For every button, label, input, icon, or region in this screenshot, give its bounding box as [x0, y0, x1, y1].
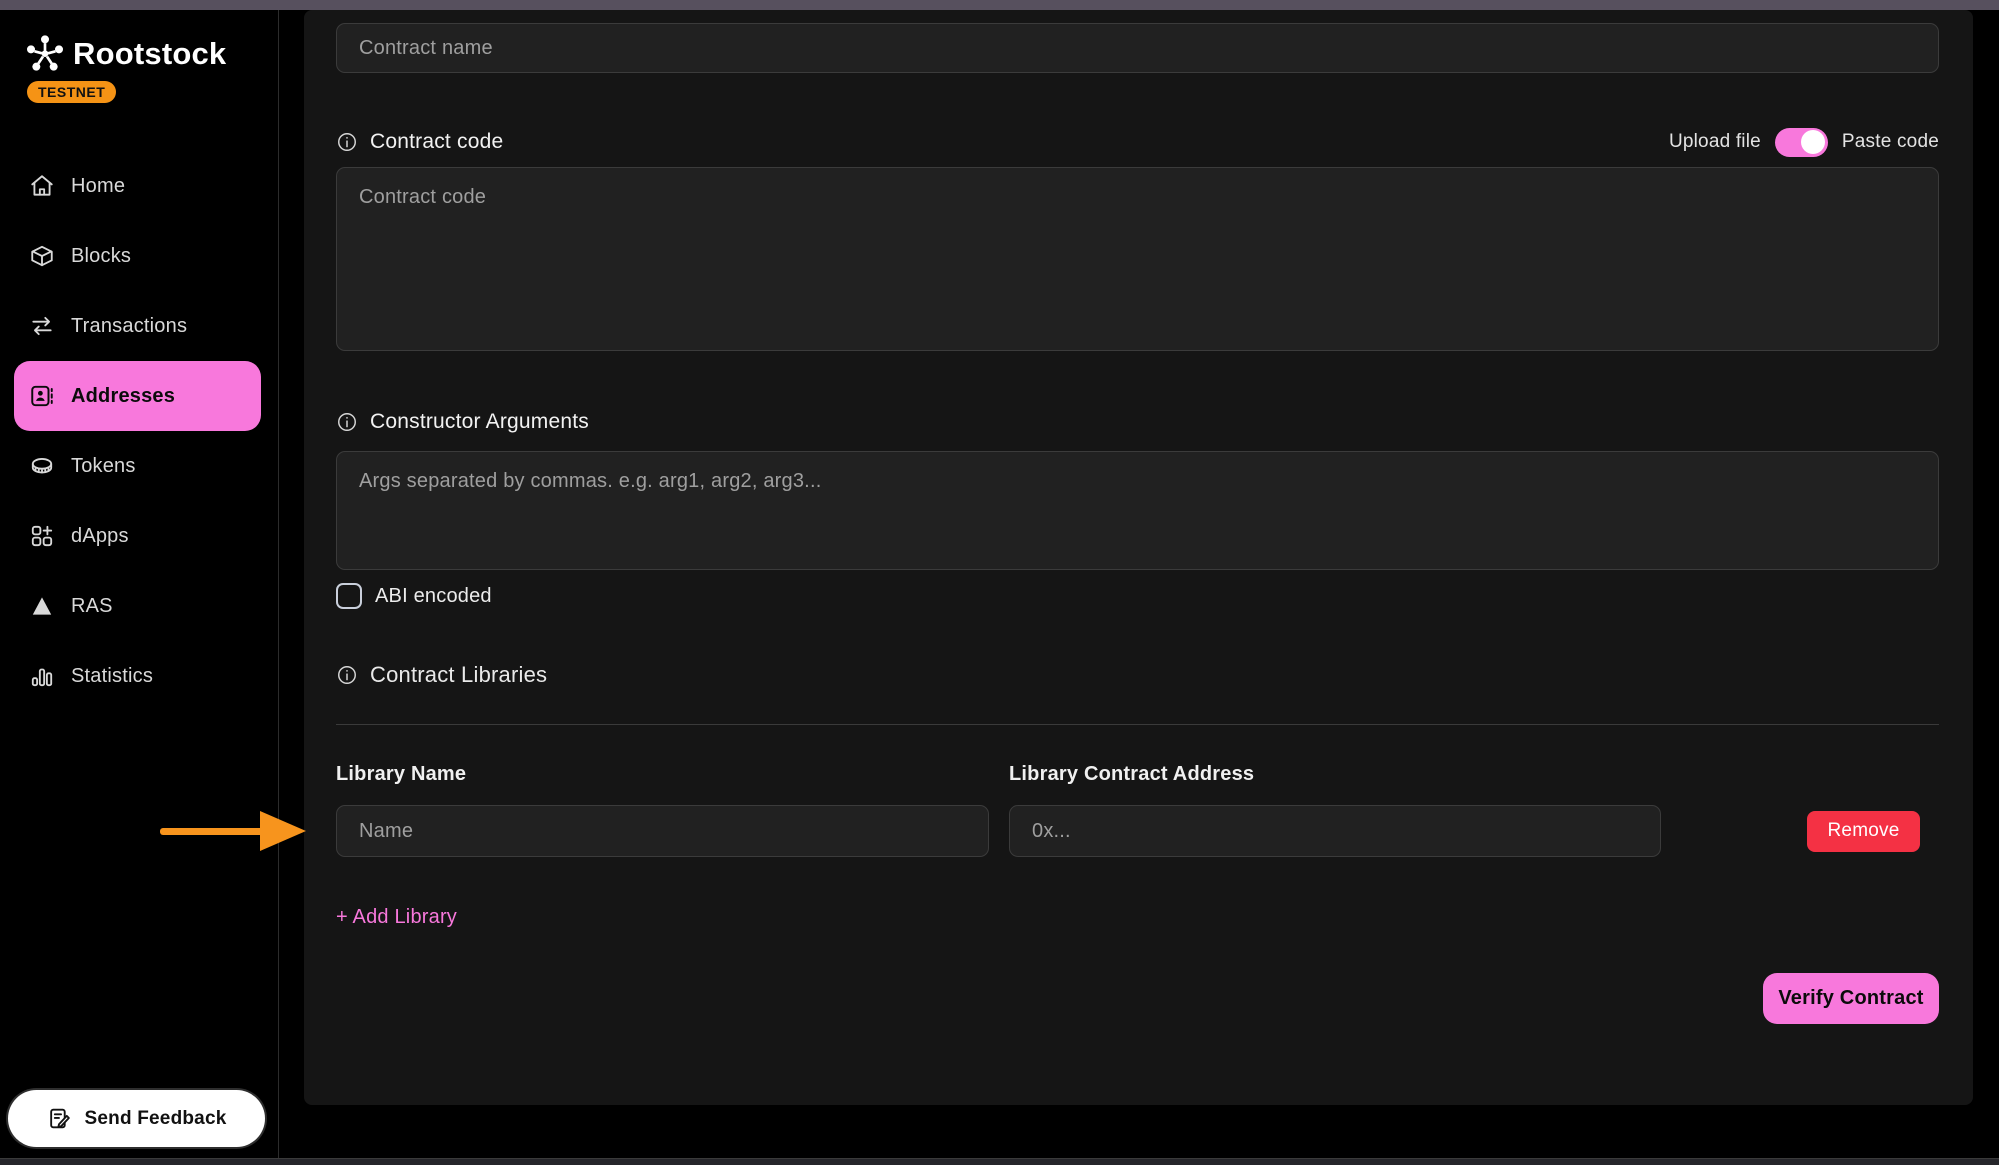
- grid-plus-icon: [29, 523, 55, 549]
- testnet-badge: TESTNET: [27, 81, 116, 103]
- sidebar-item-home[interactable]: Home: [14, 151, 261, 221]
- sidebar-item-dapps[interactable]: dApps: [14, 501, 261, 571]
- library-field-labels: Library Name Library Contract Address: [336, 763, 1939, 787]
- send-feedback-button[interactable]: Send Feedback: [8, 1090, 265, 1147]
- abi-encoded-checkbox[interactable]: [336, 583, 362, 609]
- feedback-pencil-icon: [47, 1106, 72, 1131]
- code-source-toggle-group: Upload file Paste code: [1669, 128, 1939, 157]
- sidebar-nav: Home Blocks Transactions: [0, 151, 278, 711]
- sidebar-item-label: Blocks: [71, 245, 131, 268]
- verify-contract-button[interactable]: Verify Contract: [1763, 973, 1939, 1024]
- send-feedback-label: Send Feedback: [85, 1108, 227, 1130]
- bar-chart-icon: [29, 663, 55, 689]
- sidebar: Rootstock TESTNET Home Blocks: [0, 10, 279, 1158]
- sidebar-item-addresses[interactable]: Addresses: [14, 361, 261, 431]
- sidebar-item-statistics[interactable]: Statistics: [14, 641, 261, 711]
- sidebar-item-label: Tokens: [71, 455, 136, 478]
- section-divider: [336, 724, 1939, 725]
- rootstock-logo-icon: [25, 34, 65, 74]
- code-source-toggle[interactable]: [1775, 128, 1828, 157]
- coin-icon: [29, 453, 55, 479]
- info-icon: [336, 664, 358, 686]
- sidebar-item-label: dApps: [71, 525, 129, 548]
- window-bottom-strip: [0, 1158, 1999, 1165]
- sidebar-item-ras[interactable]: RAS: [14, 571, 261, 641]
- contract-code-textarea[interactable]: [336, 167, 1939, 351]
- constructor-arguments-header: Constructor Arguments: [336, 400, 1939, 444]
- contract-libraries-header: Contract Libraries: [336, 660, 1939, 690]
- verify-row: Verify Contract: [336, 973, 1939, 1024]
- constructor-arguments-label: Constructor Arguments: [370, 410, 589, 434]
- transfer-arrows-icon: [29, 313, 55, 339]
- sidebar-item-label: Transactions: [71, 315, 187, 338]
- sidebar-item-transactions[interactable]: Transactions: [14, 291, 261, 361]
- brand-name: Rootstock: [73, 36, 226, 72]
- library-row: Remove: [336, 805, 1939, 857]
- contract-libraries-label: Contract Libraries: [370, 662, 547, 688]
- add-library-link[interactable]: + Add Library: [336, 906, 457, 929]
- contract-name-input[interactable]: [336, 23, 1939, 73]
- remove-library-button[interactable]: Remove: [1807, 811, 1920, 852]
- logo-block[interactable]: Rootstock TESTNET: [0, 10, 278, 103]
- sidebar-item-label: Home: [71, 175, 125, 198]
- cube-icon: [29, 243, 55, 269]
- sidebar-item-label: Addresses: [71, 385, 175, 408]
- app-root: Rootstock TESTNET Home Blocks: [0, 0, 1999, 1165]
- upload-file-label: Upload file: [1669, 131, 1761, 153]
- library-address-input[interactable]: [1009, 805, 1661, 857]
- library-name-label: Library Name: [336, 763, 989, 787]
- window-top-strip: [0, 0, 1999, 10]
- info-icon: [336, 131, 358, 153]
- home-icon: [29, 173, 55, 199]
- sidebar-item-label: RAS: [71, 595, 113, 618]
- constructor-arguments-textarea[interactable]: [336, 451, 1939, 570]
- main-content: Contract code Upload file Paste code Con…: [280, 10, 1999, 1158]
- abi-encoded-row: ABI encoded: [336, 582, 1939, 610]
- toggle-knob: [1801, 130, 1825, 154]
- contact-card-icon: [29, 383, 55, 409]
- library-address-label: Library Contract Address: [1009, 763, 1254, 787]
- verify-contract-form: Contract code Upload file Paste code Con…: [304, 10, 1973, 1105]
- triangle-icon: [29, 593, 55, 619]
- contract-code-header: Contract code Upload file Paste code: [336, 120, 1939, 164]
- paste-code-label: Paste code: [1842, 131, 1939, 153]
- info-icon: [336, 411, 358, 433]
- library-name-input[interactable]: [336, 805, 989, 857]
- abi-encoded-label: ABI encoded: [375, 585, 492, 608]
- sidebar-item-tokens[interactable]: Tokens: [14, 431, 261, 501]
- contract-code-label: Contract code: [370, 130, 503, 154]
- sidebar-item-blocks[interactable]: Blocks: [14, 221, 261, 291]
- sidebar-item-label: Statistics: [71, 665, 153, 688]
